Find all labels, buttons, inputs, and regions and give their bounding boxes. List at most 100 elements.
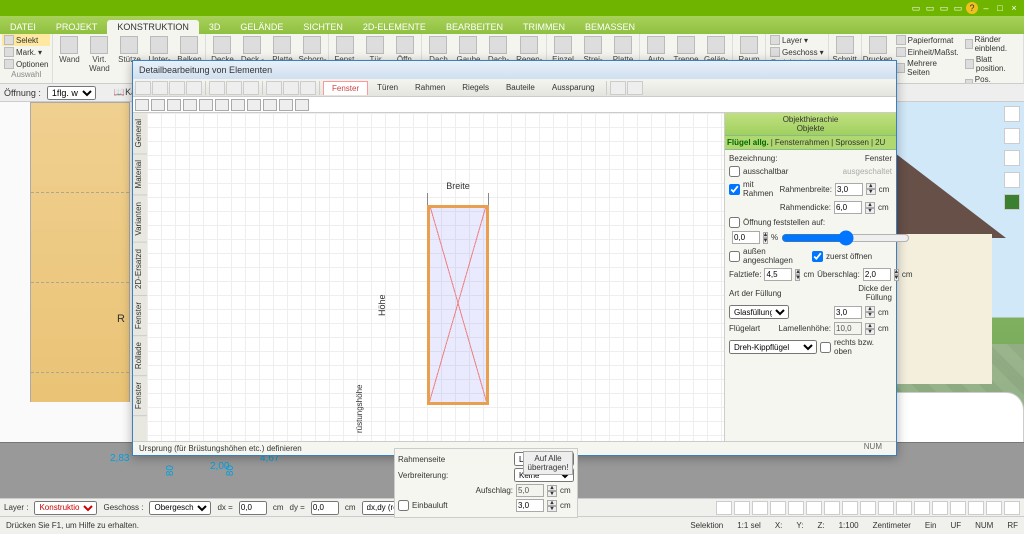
sb-icon[interactable] <box>824 501 840 515</box>
rahmendicke-input[interactable] <box>834 201 862 214</box>
off-slider[interactable] <box>781 233 910 243</box>
dlg-tab-bauteile[interactable]: Bauteile <box>498 81 543 94</box>
sb-icon[interactable] <box>734 501 750 515</box>
tb-icon[interactable] <box>135 81 151 95</box>
tb-icon[interactable] <box>226 81 242 95</box>
shape-icon[interactable] <box>183 99 197 111</box>
tab-projekt[interactable]: PROJEKT <box>46 20 108 34</box>
layer-select[interactable]: Konstruktio <box>34 501 97 515</box>
dlg-tab-aussparung[interactable]: Aussparung <box>544 81 603 94</box>
oeffnung-select[interactable]: 1flg. w <box>47 86 96 100</box>
sb-icon[interactable] <box>860 501 876 515</box>
subtab[interactable]: 2U <box>875 138 885 147</box>
sb-icon[interactable] <box>932 501 948 515</box>
tb-icon[interactable] <box>610 81 626 95</box>
shape-icon[interactable] <box>199 99 213 111</box>
selekt-button[interactable]: Selekt <box>2 34 50 46</box>
subtab[interactable]: Fensterrahmen <box>775 138 829 147</box>
tab-2d[interactable]: 2D-ELEMENTE <box>353 20 436 34</box>
layer-dropdown[interactable]: Layer▾ <box>768 34 826 46</box>
mehrere-button[interactable]: Mehrere Seiten <box>894 58 961 78</box>
view-tool-icon[interactable] <box>1004 150 1020 166</box>
subtab[interactable]: Sprossen <box>835 138 869 147</box>
window-drawing[interactable] <box>427 205 489 405</box>
einbauluft-check[interactable] <box>398 500 409 511</box>
vtab[interactable]: Varianten <box>133 196 147 243</box>
sb-icon[interactable] <box>896 501 912 515</box>
einheit-button[interactable]: Einheit/Maßst. <box>894 46 961 58</box>
aussen-check[interactable] <box>729 251 740 262</box>
shape-icon[interactable] <box>263 99 277 111</box>
sb-icon[interactable] <box>986 501 1002 515</box>
tb-icon[interactable] <box>283 81 299 95</box>
tb-icon[interactable] <box>169 81 185 95</box>
titlebar-icon[interactable]: ▭ <box>910 2 922 14</box>
tab-trimmen[interactable]: TRIMMEN <box>513 20 575 34</box>
tb-icon[interactable] <box>300 81 316 95</box>
sb-icon[interactable] <box>950 501 966 515</box>
view-tool-icon[interactable] <box>1004 106 1020 122</box>
sb-icon[interactable] <box>788 501 804 515</box>
dlg-tab-rahmen[interactable]: Rahmen <box>407 81 453 94</box>
tb-icon[interactable] <box>209 81 225 95</box>
subtab[interactable]: Flügel allg. <box>727 138 769 147</box>
dialog-canvas[interactable]: Breite Höhe rüstungshöhe <box>147 113 724 441</box>
shape-icon[interactable] <box>135 99 149 111</box>
tb-icon[interactable] <box>266 81 282 95</box>
shape-icon[interactable] <box>167 99 181 111</box>
dlg-tab-fenster[interactable]: Fenster <box>323 81 368 95</box>
artfull-select[interactable]: Glasfüllung <box>729 305 789 319</box>
shape-icon[interactable] <box>215 99 229 111</box>
tb-icon[interactable] <box>186 81 202 95</box>
tab-gelaende[interactable]: GELÄNDE <box>230 20 293 34</box>
help-icon[interactable]: ? <box>966 2 978 14</box>
geschoss-dropdown[interactable]: Geschoss▾ <box>768 46 826 58</box>
view-tool-icon[interactable] <box>1004 172 1020 188</box>
papierformat-button[interactable]: Papierformat <box>894 34 961 46</box>
close-icon[interactable]: × <box>1008 2 1020 14</box>
view-tool-icon[interactable] <box>1004 128 1020 144</box>
tree-icon[interactable] <box>1004 194 1020 210</box>
wand-tool[interactable]: Wand <box>55 34 83 64</box>
sb-icon[interactable] <box>752 501 768 515</box>
dlg-tab-riegels[interactable]: Riegels <box>454 81 497 94</box>
sb-icon[interactable] <box>842 501 858 515</box>
shape-icon[interactable] <box>151 99 165 111</box>
sb-icon[interactable] <box>968 501 984 515</box>
vtab[interactable]: 2D-Ersatzd <box>133 243 147 296</box>
tb-icon[interactable] <box>627 81 643 95</box>
tab-datei[interactable]: DATEI <box>0 20 46 34</box>
virtwand-tool[interactable]: Virt. Wand <box>85 34 113 73</box>
raender-button[interactable]: Ränder einblend. <box>963 34 1021 54</box>
dx-input[interactable] <box>239 501 267 515</box>
titlebar-icon[interactable]: ▭ <box>938 2 950 14</box>
dlg-tab-tueren[interactable]: Türen <box>369 81 406 94</box>
floor-plan-strip[interactable]: R <box>30 102 130 402</box>
apply-all-button[interactable]: Auf Alle übertragen! <box>523 451 573 475</box>
tab-bemassen[interactable]: BEMASSEN <box>575 20 645 34</box>
tab-bearbeiten[interactable]: BEARBEITEN <box>436 20 513 34</box>
vtab[interactable]: Fenster <box>133 296 147 336</box>
ausschaltbar-check[interactable] <box>729 166 740 177</box>
zuerst-check[interactable] <box>812 251 823 262</box>
sb-icon[interactable] <box>914 501 930 515</box>
tb-icon[interactable] <box>152 81 168 95</box>
falztiefe-input[interactable] <box>764 268 792 281</box>
mitrahmen-check[interactable] <box>729 184 740 195</box>
vtab[interactable]: Rollade <box>133 336 147 376</box>
shape-icon[interactable] <box>279 99 293 111</box>
sb-icon[interactable] <box>770 501 786 515</box>
shape-icon[interactable] <box>247 99 261 111</box>
tab-3d[interactable]: 3D <box>199 20 231 34</box>
rechts-check[interactable] <box>820 342 831 353</box>
shape-icon[interactable] <box>295 99 309 111</box>
flugelart-select[interactable]: Dreh-Kippflügel <box>729 340 817 354</box>
minimize-icon[interactable]: – <box>980 2 992 14</box>
blatt-button[interactable]: Blatt position. <box>963 54 1021 74</box>
uberschlag-input[interactable] <box>863 268 891 281</box>
pos-button[interactable]: Pos. zurücksetz. <box>963 74 1021 84</box>
optionen-button[interactable]: Optionen <box>2 58 50 70</box>
einbauluft-input[interactable] <box>516 499 544 512</box>
oeffnung-check[interactable] <box>729 217 740 228</box>
vtab[interactable]: General <box>133 113 147 154</box>
